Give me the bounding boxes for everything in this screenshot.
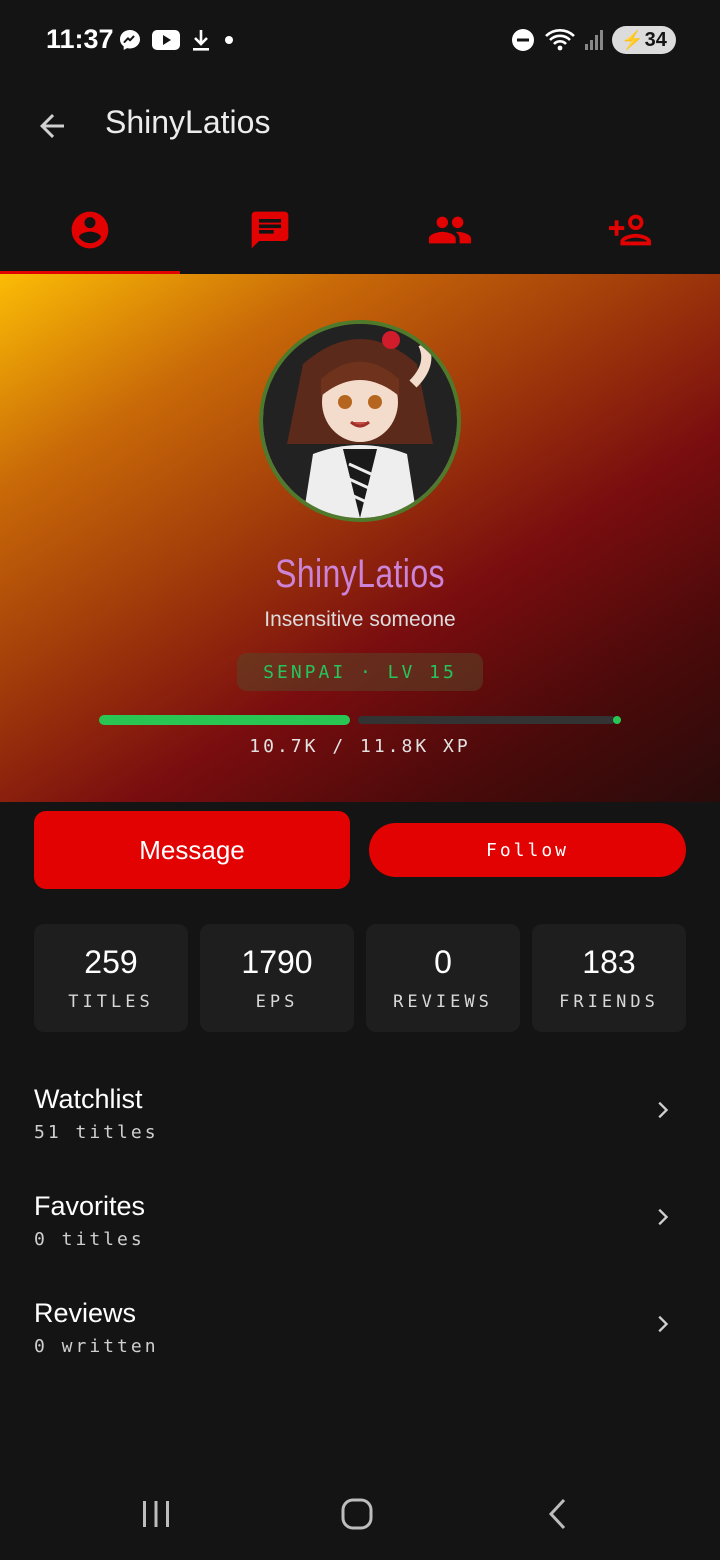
- stat-card-eps[interactable]: 1790 EPS: [200, 924, 354, 1032]
- youtube-icon: [152, 30, 180, 50]
- dnd-icon: [512, 29, 534, 51]
- message-icon: [251, 211, 289, 249]
- stat-card-reviews[interactable]: 0 REVIEWS: [366, 924, 520, 1032]
- home-button[interactable]: [327, 1488, 387, 1540]
- chevron-right-icon: [658, 1101, 669, 1119]
- battery-charging-icon: ⚡: [621, 29, 644, 50]
- page-title: ShinyLatios: [105, 104, 271, 140]
- chevron-right-icon: [658, 1208, 669, 1226]
- download-icon: [193, 30, 209, 51]
- avatar[interactable]: [259, 320, 461, 522]
- tab-bar: [0, 186, 720, 276]
- xp-progress-bar: [99, 715, 621, 725]
- stat-value: 0: [434, 944, 452, 980]
- stat-label: TITLES: [68, 992, 154, 1012]
- list-item-subtitle: 0 titles: [34, 1229, 145, 1250]
- profile-bio: Insensitive someone: [264, 608, 456, 631]
- xp-progress-fill: [99, 715, 350, 725]
- list-item-subtitle: 0 written: [34, 1336, 159, 1357]
- system-icons: ⚡ 34: [510, 26, 676, 54]
- list-item-reviews[interactable]: Reviews 0 written: [0, 1298, 720, 1390]
- follow-button[interactable]: Follow: [369, 823, 686, 877]
- list-item-title: Watchlist: [34, 1084, 143, 1114]
- level-badge: SENPAI · LV 15: [237, 653, 483, 691]
- system-nav-bar: [0, 1468, 720, 1560]
- stat-card-friends[interactable]: 183 FRIENDS: [532, 924, 686, 1032]
- tab-profile[interactable]: [0, 186, 180, 276]
- profile-username: ShinyLatios: [275, 552, 445, 596]
- tab-add-friend[interactable]: [540, 186, 720, 274]
- stat-label: REVIEWS: [393, 992, 493, 1012]
- back-nav-button[interactable]: [529, 1488, 589, 1540]
- chevron-left-icon: [548, 1498, 566, 1530]
- list-item-title: Favorites: [34, 1191, 146, 1221]
- avatar-image: [263, 324, 457, 518]
- list-item-favorites[interactable]: Favorites 0 titles: [0, 1191, 720, 1283]
- stat-label: FRIENDS: [559, 992, 659, 1012]
- account-circle-icon: [71, 211, 109, 249]
- battery-indicator: ⚡ 34: [612, 26, 676, 54]
- tab-posts[interactable]: [180, 186, 360, 274]
- battery-level: 34: [644, 28, 667, 51]
- status-bar: 11:37 ⚡ 34: [0, 0, 720, 84]
- stat-value: 259: [84, 944, 138, 980]
- wifi-icon: [545, 29, 575, 51]
- stats-row: 259 TITLES 1790 EPS 0 REVIEWS 183 FRIEND…: [34, 924, 686, 1032]
- status-time: 11:37: [46, 24, 114, 54]
- app-bar: ShinyLatios: [0, 84, 720, 166]
- xp-progress-end-dot: [613, 716, 621, 724]
- dot-icon: [225, 36, 233, 44]
- chevron-right-icon: [658, 1315, 669, 1333]
- profile-header: ShinyLatios Insensitive someone SENPAI ·…: [0, 274, 720, 802]
- stat-value: 1790: [241, 944, 313, 980]
- stat-label: EPS: [255, 992, 299, 1012]
- recents-icon: [143, 1501, 169, 1527]
- stat-value: 183: [582, 944, 636, 980]
- message-button[interactable]: Message: [34, 811, 350, 889]
- stat-card-titles[interactable]: 259 TITLES: [34, 924, 188, 1032]
- arrow-back-icon: [40, 114, 64, 138]
- list-item-watchlist[interactable]: Watchlist 51 titles: [0, 1084, 720, 1176]
- messenger-icon: [120, 30, 140, 50]
- list-item-title: Reviews: [34, 1298, 137, 1328]
- tab-friends[interactable]: [360, 186, 540, 274]
- notification-icons: [118, 28, 236, 52]
- xp-text: 10.7K / 11.8K XP: [249, 736, 471, 757]
- back-button[interactable]: [28, 102, 76, 150]
- person-add-icon: [608, 214, 652, 246]
- list-item-subtitle: 51 titles: [34, 1122, 159, 1143]
- recents-button[interactable]: [126, 1488, 186, 1540]
- signal-icon: [585, 30, 603, 50]
- home-icon: [341, 1498, 373, 1530]
- xp-progress-remaining: [358, 716, 615, 724]
- group-icon: [428, 216, 472, 244]
